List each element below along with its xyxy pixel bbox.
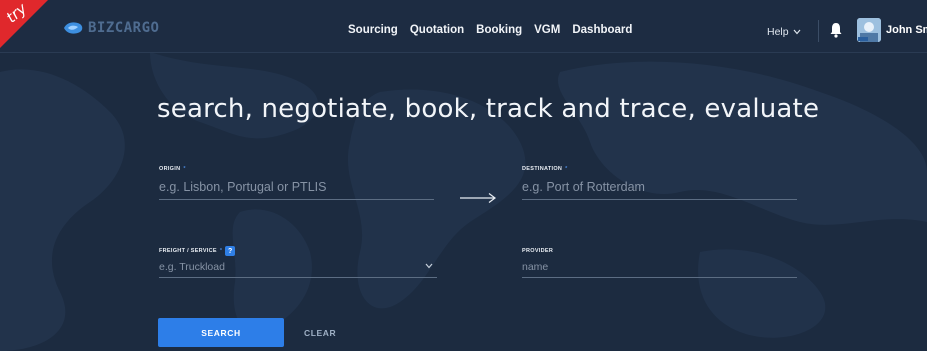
origin-label-text: ORIGIN [159, 166, 181, 172]
hero-title: search, negotiate, book, track and trace… [157, 94, 820, 124]
avatar-image [857, 18, 881, 42]
destination-label: DESTINATION * [522, 164, 797, 174]
required-mark: * [219, 248, 223, 254]
user-name[interactable]: John Smit [886, 24, 927, 36]
top-navigation-bar: try BIZCARGO Sourcing Quotation Booking … [0, 0, 927, 53]
main-nav: Sourcing Quotation Booking VGM Dashboard [348, 24, 632, 36]
bell-icon[interactable] [829, 22, 843, 38]
freight-service-field: FREIGHT / SERVICE * ? [159, 246, 437, 278]
origin-input[interactable] [159, 174, 434, 200]
freight-service-select[interactable] [159, 256, 437, 278]
provider-field: PROVIDER [522, 246, 797, 278]
origin-label: ORIGIN * [159, 164, 434, 174]
clear-button[interactable]: CLEAR [294, 318, 346, 347]
arrow-right-icon [460, 193, 496, 203]
search-button[interactable]: SEARCH [158, 318, 284, 347]
chevron-down-icon[interactable] [425, 263, 433, 269]
nav-item-dashboard[interactable]: Dashboard [572, 24, 632, 36]
required-mark: * [183, 166, 186, 172]
nav-item-booking[interactable]: Booking [476, 24, 522, 36]
freight-label-text: FREIGHT / SERVICE [159, 248, 217, 254]
provider-label-text: PROVIDER [522, 248, 554, 254]
provider-label: PROVIDER [522, 246, 797, 256]
avatar[interactable] [857, 18, 881, 42]
provider-input[interactable] [522, 256, 797, 278]
origin-field: ORIGIN * [159, 164, 434, 200]
help-menu[interactable]: Help [767, 26, 801, 38]
destination-label-text: DESTINATION [522, 166, 563, 172]
nav-item-sourcing[interactable]: Sourcing [348, 24, 398, 36]
help-badge-icon[interactable]: ? [225, 246, 236, 256]
destination-input[interactable] [522, 174, 797, 200]
freight-label: FREIGHT / SERVICE * ? [159, 246, 437, 256]
chevron-down-icon [793, 29, 801, 35]
nav-item-vgm[interactable]: VGM [534, 24, 560, 36]
brand-name: BIZCARGO [88, 20, 160, 36]
page: try BIZCARGO Sourcing Quotation Booking … [0, 0, 927, 351]
brand-logo[interactable]: BIZCARGO [62, 20, 159, 36]
destination-field: DESTINATION * [522, 164, 797, 200]
nav-item-quotation[interactable]: Quotation [410, 24, 464, 36]
bizcargo-logo-icon [64, 22, 83, 34]
help-label: Help [767, 26, 789, 38]
header-divider [818, 20, 819, 42]
required-mark: * [565, 166, 568, 172]
